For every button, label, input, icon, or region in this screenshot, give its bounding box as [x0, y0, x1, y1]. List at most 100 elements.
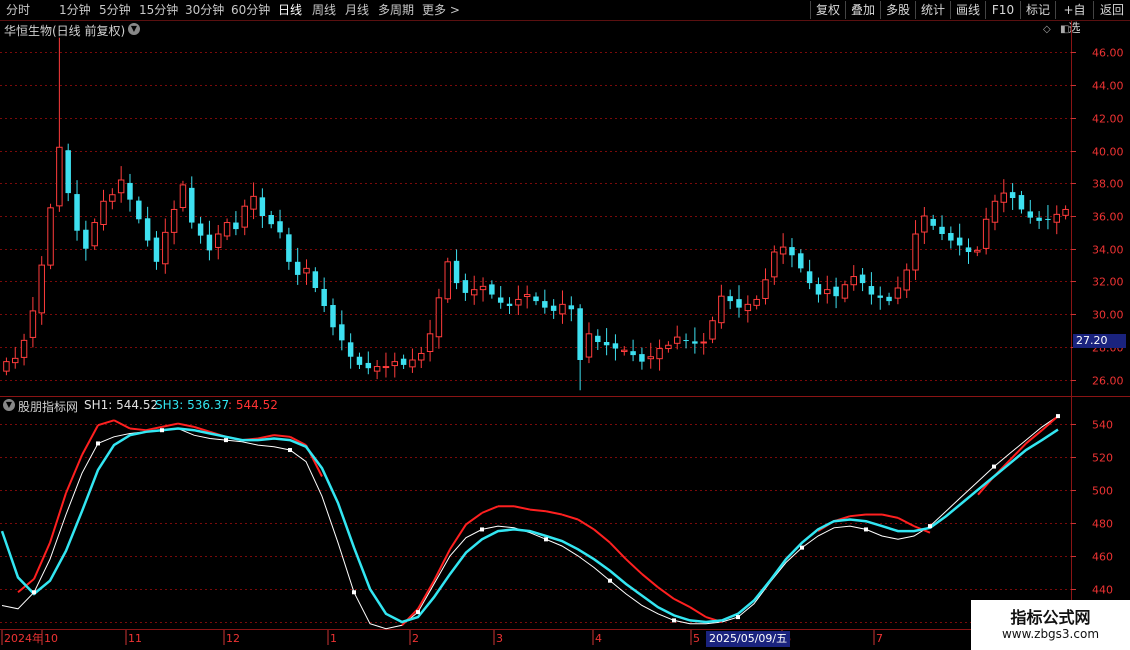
chevron-down-icon[interactable]: ▼ [128, 23, 140, 35]
sh1-line-segment [849, 513, 867, 518]
candle-body [347, 342, 354, 357]
price-tick-label: 30.00 [1092, 309, 1124, 322]
sh2-marker [480, 527, 484, 532]
candle-body [568, 305, 575, 310]
candle-body [886, 296, 892, 302]
candle-body [400, 358, 407, 365]
candle-body [683, 340, 689, 342]
candle-body [418, 352, 425, 361]
candle-body [859, 274, 866, 284]
sh2-marker [736, 615, 740, 620]
sh2-marker [416, 610, 420, 615]
candle-body [453, 260, 460, 284]
candle-body [656, 348, 663, 360]
candle-body [815, 284, 822, 295]
sh1-line-segment [689, 606, 707, 618]
price-tick-label: 44.00 [1092, 80, 1124, 93]
chart-canvas[interactable]: 26.0028.0030.0032.0034.0036.0038.0040.00… [0, 0, 1130, 650]
price-tick-label: 36.00 [1092, 211, 1124, 224]
sh2-marker [864, 527, 868, 532]
sh1-line-segment [625, 558, 643, 575]
candle-body [294, 261, 301, 275]
candle-body [189, 187, 195, 223]
candle-body [339, 324, 345, 341]
sh2-marker [928, 524, 932, 529]
candle-body [321, 288, 327, 306]
sh2-marker [32, 590, 36, 595]
sh1-line-segment [609, 541, 627, 560]
candle-body [736, 299, 742, 308]
candle-body [12, 357, 19, 364]
candle-body [762, 279, 769, 299]
sh1-line-segment [641, 573, 659, 589]
sh1-line-segment [577, 518, 595, 531]
candle-body [806, 271, 813, 284]
indicator-menu-icon[interactable]: ▼ [3, 399, 15, 411]
candle-body [727, 296, 733, 302]
sh2-marker [352, 590, 356, 595]
sh1-line-segment [561, 513, 579, 521]
candle-body [833, 286, 839, 297]
candle-body [356, 356, 363, 365]
candle-body [621, 349, 628, 352]
indicator-tick-label: 500 [1092, 485, 1113, 498]
candle-body [930, 218, 936, 226]
candle-body [250, 195, 257, 210]
candle-body [939, 226, 945, 234]
price-tick-label: 40.00 [1092, 146, 1124, 159]
candle-body [1045, 218, 1051, 220]
indicator-tick-label: 480 [1092, 518, 1113, 531]
candle-body [612, 343, 619, 349]
price-tick-label: 34.00 [1092, 244, 1124, 257]
diamond-icon[interactable]: ◇ [1043, 24, 1051, 35]
candle-body [303, 267, 310, 274]
candle-body [903, 269, 910, 291]
date-tick-label: 1 [330, 632, 337, 645]
candle-body [117, 179, 125, 194]
sh1-line-segment [465, 512, 483, 526]
candle-body [841, 284, 849, 299]
cursor-date-tag: 2025/05/09/五 [706, 631, 791, 647]
candle-body [789, 247, 795, 256]
candle-body [1027, 211, 1034, 218]
indicator-name[interactable]: 股朋指标网 [18, 398, 78, 415]
candle-body [585, 333, 593, 358]
candle-body [109, 194, 116, 202]
sh1-line-segment [673, 597, 691, 609]
date-tick-label: 10 [44, 632, 58, 645]
sh1-line-segment [545, 510, 563, 516]
candle-body [409, 359, 416, 368]
sh2-marker [800, 545, 804, 550]
candle-body [277, 221, 283, 233]
candle-body [426, 333, 434, 352]
candle-body [497, 297, 504, 303]
sh3-value: SH3: 536.37 [155, 398, 230, 412]
date-tick-label: 7 [876, 632, 883, 645]
candle-body [268, 215, 274, 225]
candle-body [20, 339, 28, 358]
candle-body [515, 298, 522, 306]
candle-body [912, 233, 919, 271]
sh1-line-segment [897, 516, 915, 528]
candle-body [470, 289, 478, 296]
candle-body [868, 286, 875, 295]
candle-body [506, 303, 513, 306]
sh2-marker [160, 428, 164, 433]
candle-body [153, 237, 160, 262]
candle-body [965, 247, 972, 252]
candle-body [38, 264, 45, 314]
indicator-tick-label: 540 [1092, 419, 1113, 432]
panel-toggle-icon[interactable]: ◧ [1060, 24, 1069, 35]
candle-body [91, 222, 98, 247]
sh1-line-segment [593, 528, 611, 544]
indicator-tick-label: 520 [1092, 452, 1113, 465]
candle-body [223, 222, 231, 237]
candle-body [56, 146, 63, 207]
candle-body [673, 336, 681, 344]
candle-body [533, 296, 539, 302]
candle-body [312, 271, 319, 288]
sh1-value: SH1: 544.52 [84, 398, 159, 412]
date-tick-label: 3 [496, 632, 503, 645]
date-tick-label: 2 [412, 632, 419, 645]
indicator-tick-label: 460 [1092, 551, 1113, 564]
